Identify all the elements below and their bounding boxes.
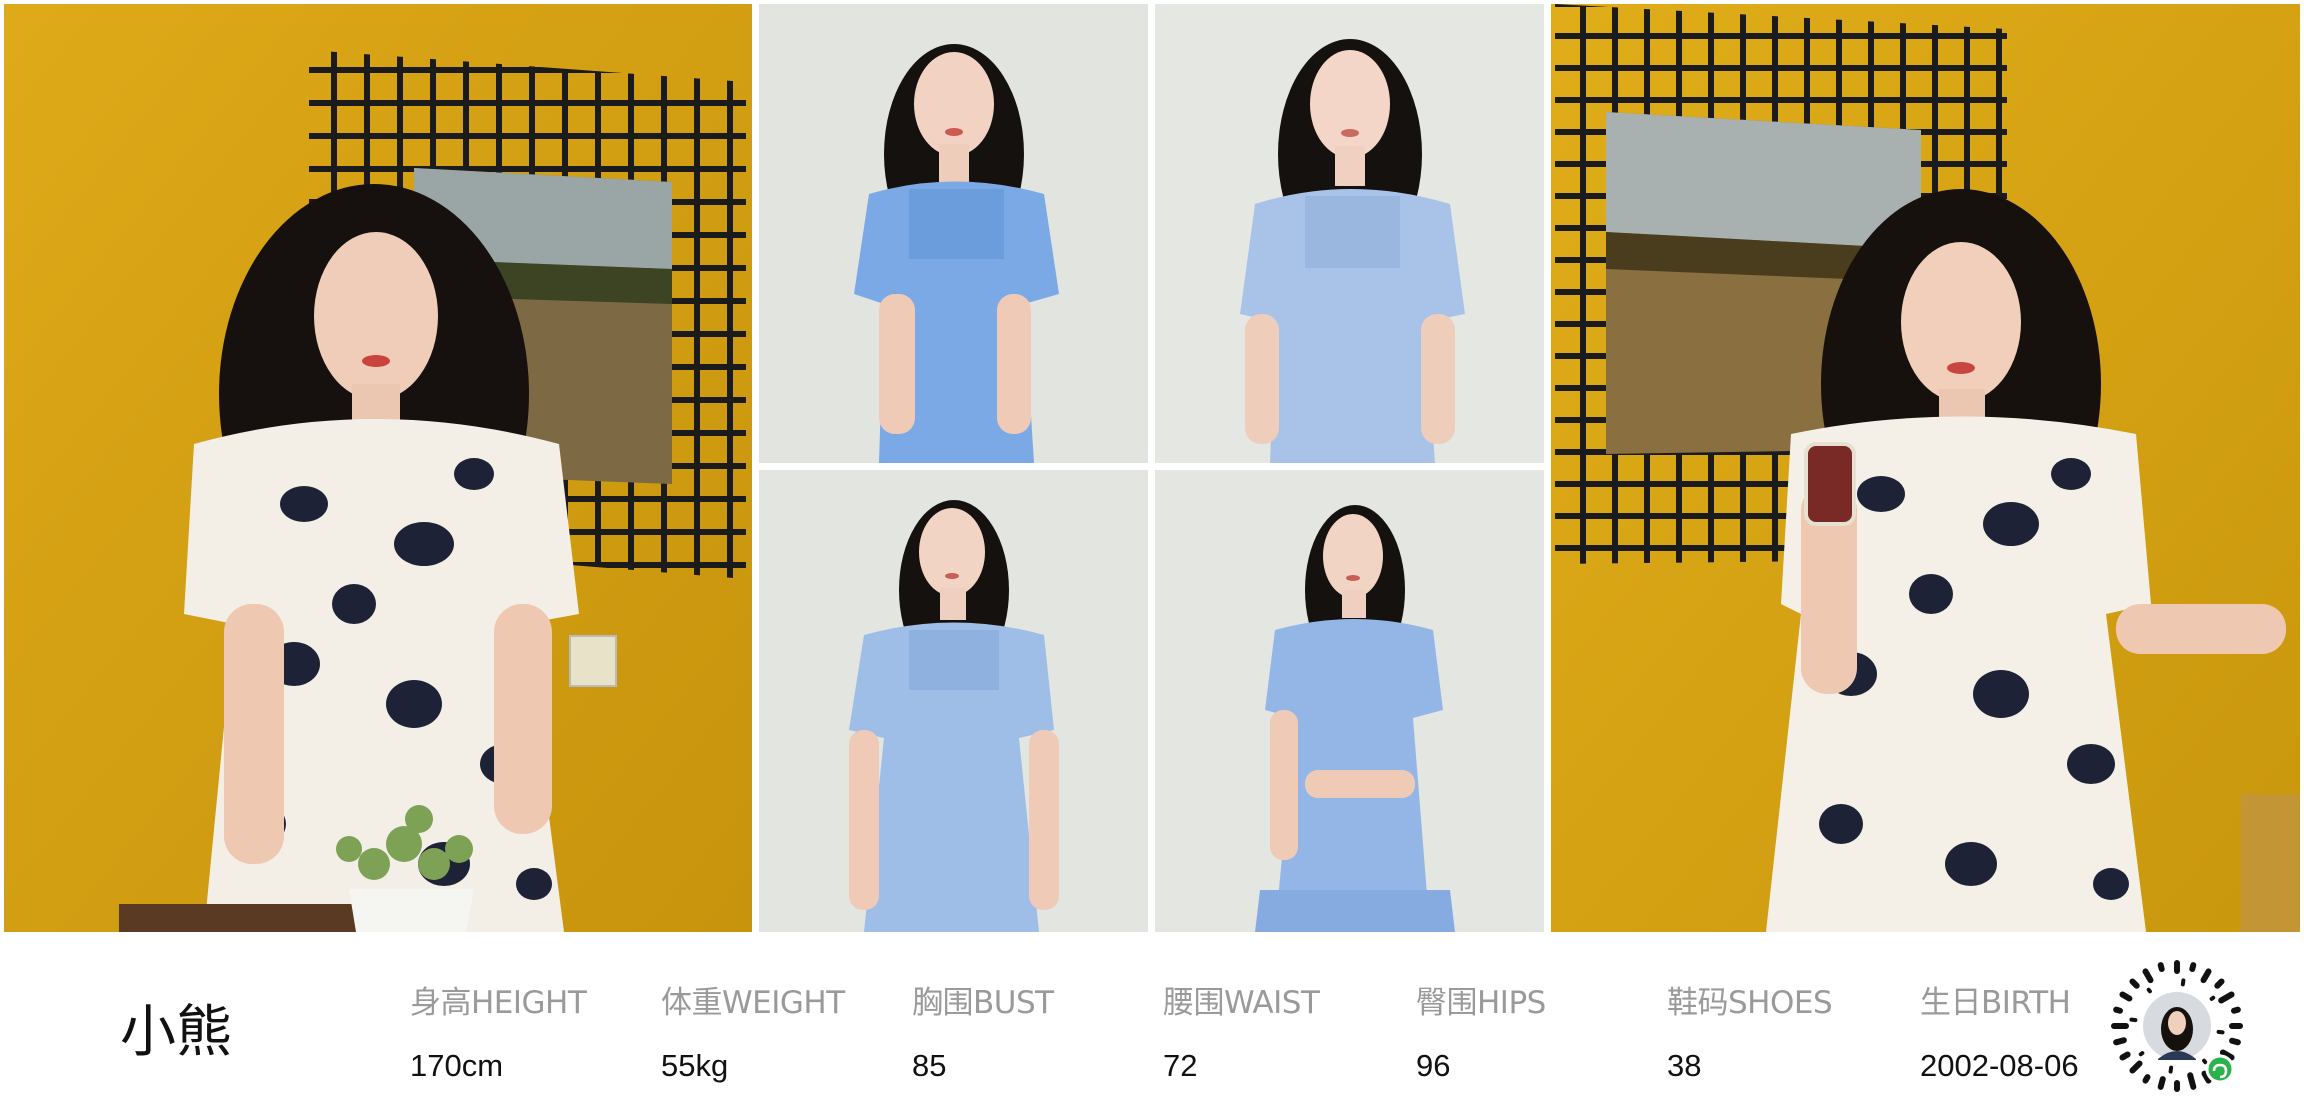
mini-program-badge-icon <box>2205 1054 2235 1084</box>
stat-birth: 生日BIRTH 2002-08-06 <box>1920 977 2079 1084</box>
stat-bust-value: 85 <box>912 1048 947 1083</box>
photo-yellow-wall-floral-dress-2 <box>1551 4 2300 932</box>
photo-studio-blue-dress-1 <box>759 4 1148 463</box>
model-info-bar: 小熊 身高HEIGHT 170cm 体重WEIGHT 55kg 胸围BUST 8… <box>0 935 2304 1116</box>
stat-weight-value: 55kg <box>661 1048 729 1083</box>
stat-height-value: 170cm <box>410 1048 504 1083</box>
stat-shoes-label: 鞋码SHOES <box>1667 985 1833 1021</box>
photo-studio-blue-dress-2 <box>1155 4 1544 463</box>
stat-height-label: 身高HEIGHT <box>410 985 587 1021</box>
photo-yellow-wall-floral-dress-1 <box>4 4 752 932</box>
stat-birth-label: 生日BIRTH <box>1920 985 2071 1021</box>
photo-studio-blue-dress-3 <box>759 470 1148 932</box>
qr-code-icon[interactable] <box>2108 957 2246 1095</box>
stat-hips-value: 96 <box>1416 1048 1451 1083</box>
stat-hips-label: 臀围HIPS <box>1416 985 1546 1021</box>
stat-shoes-value: 38 <box>1667 1048 1702 1083</box>
photo-studio-blue-dress-4 <box>1155 470 1544 932</box>
stat-waist: 腰围WAIST 72 <box>1163 977 1320 1084</box>
stat-shoes: 鞋码SHOES 38 <box>1667 977 1833 1084</box>
stat-waist-label: 腰围WAIST <box>1163 985 1320 1021</box>
stat-height: 身高HEIGHT 170cm <box>410 977 587 1084</box>
stat-bust: 胸围BUST 85 <box>912 977 1054 1084</box>
stat-hips: 臀围HIPS 96 <box>1416 977 1546 1084</box>
stat-bust-label: 胸围BUST <box>912 985 1054 1021</box>
stat-weight: 体重WEIGHT 55kg <box>661 977 845 1084</box>
stat-weight-label: 体重WEIGHT <box>661 985 845 1021</box>
stat-birth-value: 2002-08-06 <box>1920 1048 2079 1083</box>
model-name: 小熊 <box>120 1000 232 1065</box>
stat-waist-value: 72 <box>1163 1048 1198 1083</box>
